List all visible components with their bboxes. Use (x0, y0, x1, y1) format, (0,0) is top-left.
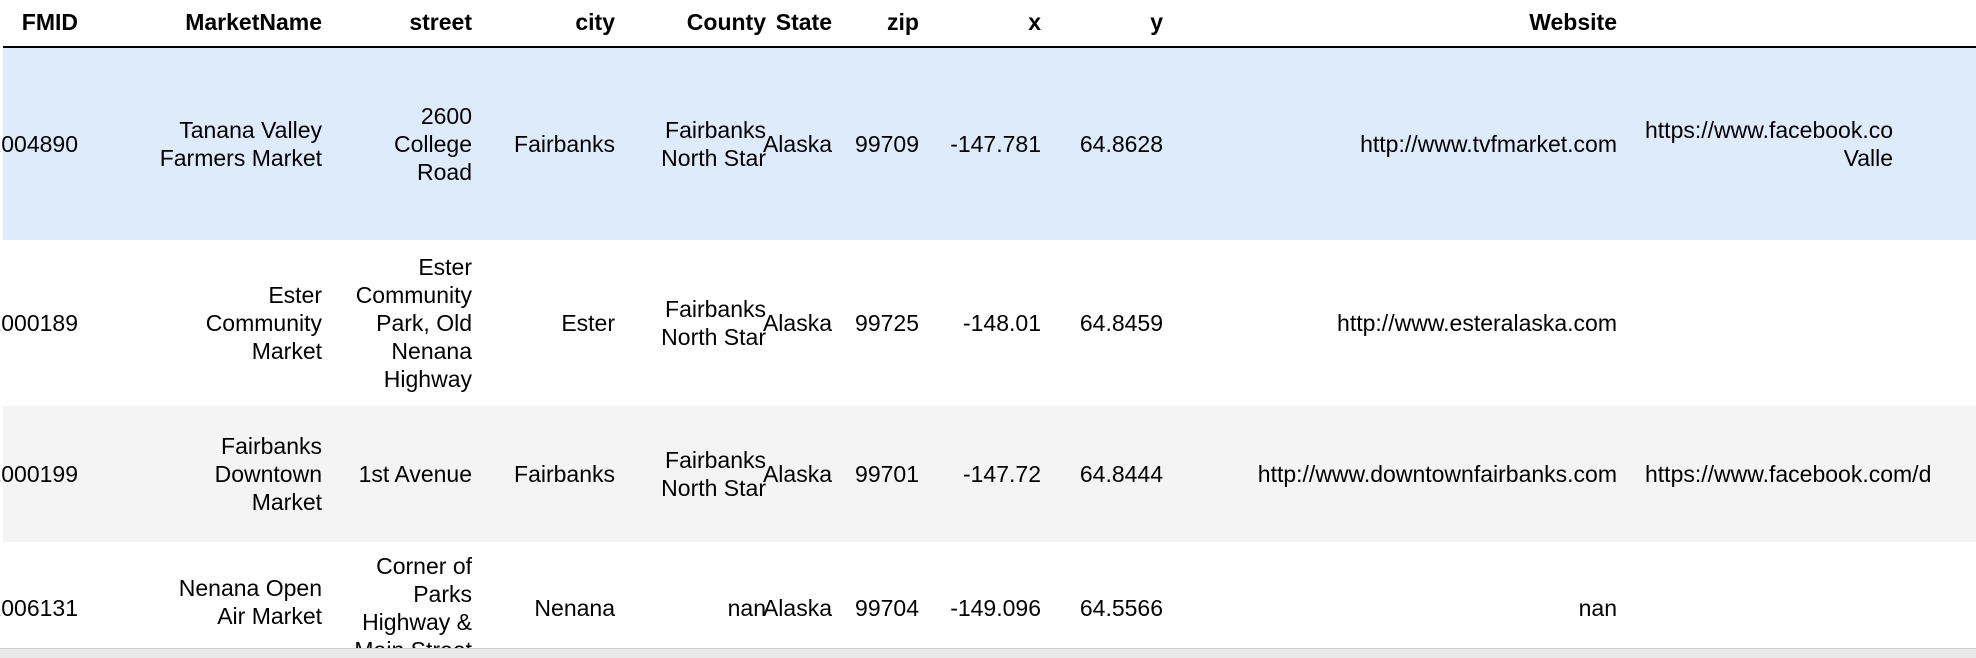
table-cell: Alaska (762, 461, 832, 487)
table-cell: http://www.downtownfairbanks.com (1257, 461, 1617, 487)
column-header (1617, 0, 1976, 46)
table-cell: 1006131 (0, 595, 78, 621)
table-cell: 1000189 (0, 310, 78, 336)
column-header: MarketName (185, 9, 322, 35)
table-cell: Fairbanks Downtown Market (214, 433, 322, 515)
column-header: y (1150, 9, 1163, 35)
data-table: FMID MarketName street city County State… (0, 0, 1976, 658)
table-row[interactable]: 1000199 Fairbanks Downtown Market 1st Av… (0, 406, 1976, 542)
table-cell: Fairbanks North Star (661, 296, 766, 350)
column-header: FMID (21, 9, 78, 35)
table-row[interactable]: 1006131 Nenana Open Air Market Corner of… (0, 542, 1976, 658)
table-cell: -148.01 (962, 310, 1041, 336)
table-cell: 99709 (855, 131, 919, 157)
table-cell: 64.8459 (1079, 310, 1163, 336)
table-cell: Tanana Valley Farmers Market (159, 117, 322, 171)
horizontal-scrollbar[interactable] (0, 648, 1976, 658)
table-cell: Nenana (534, 595, 615, 621)
table-cell: Alaska (762, 595, 832, 621)
table-cell: Fairbanks North Star (661, 447, 766, 501)
table-cell: Fairbanks (514, 131, 615, 157)
table-cell: nan (727, 595, 766, 621)
table-cell (1617, 240, 1976, 406)
table-cell: nan (1578, 595, 1617, 621)
table-cell: -147.72 (962, 461, 1041, 487)
table-cell: 99701 (855, 461, 919, 487)
column-header: street (409, 9, 472, 35)
table-cell: https://www.facebook.com/d (1645, 461, 1932, 487)
column-header: x (1028, 9, 1041, 35)
table-cell: Ester Community Market (205, 282, 322, 364)
table-cell: Ester Community Park, Old Nenana Highway (355, 254, 472, 392)
column-header: zip (887, 9, 919, 35)
table-cell: 64.8444 (1079, 461, 1163, 487)
table-cell: 99704 (855, 595, 919, 621)
table-cell: 2600 College Road (394, 103, 472, 185)
column-header: State (775, 9, 832, 35)
table-cell: https://www.facebook.co Valle (1645, 117, 1894, 171)
table-cell: Alaska (762, 310, 832, 336)
table-row[interactable]: 1000189 Ester Community Market Ester Com… (0, 240, 1976, 406)
table-cell: -147.781 (950, 131, 1041, 157)
table-row[interactable]: 1004890 Tanana Valley Farmers Market 260… (0, 48, 1976, 240)
column-header: Website (1529, 9, 1617, 35)
table-cell: -149.096 (950, 595, 1041, 621)
table-header: FMID MarketName street city County State… (3, 0, 1976, 48)
table-cell: 64.5566 (1079, 595, 1163, 621)
table-cell: Corner of Parks Highway & Main Street (354, 553, 472, 658)
table-cell: 99725 (855, 310, 919, 336)
table-cell: Nenana Open Air Market (178, 575, 322, 629)
dataframe-view: FMID MarketName street city County State… (0, 0, 1976, 658)
table-cell: http://www.tvfmarket.com (1360, 131, 1617, 157)
table-cell: 64.8628 (1079, 131, 1163, 157)
table-cell: Fairbanks North Star (661, 117, 766, 171)
table-cell: Fairbanks (514, 461, 615, 487)
column-header: city (575, 9, 615, 35)
table-cell: 1000199 (0, 461, 78, 487)
table-cell: 1st Avenue (358, 461, 472, 487)
column-header: County (686, 9, 766, 35)
table-cell: Alaska (762, 131, 832, 157)
table-cell (1617, 542, 1976, 658)
table-cell: Ester (561, 310, 615, 336)
table-cell: 1004890 (0, 131, 78, 157)
table-cell: http://www.esteralaska.com (1337, 310, 1617, 336)
